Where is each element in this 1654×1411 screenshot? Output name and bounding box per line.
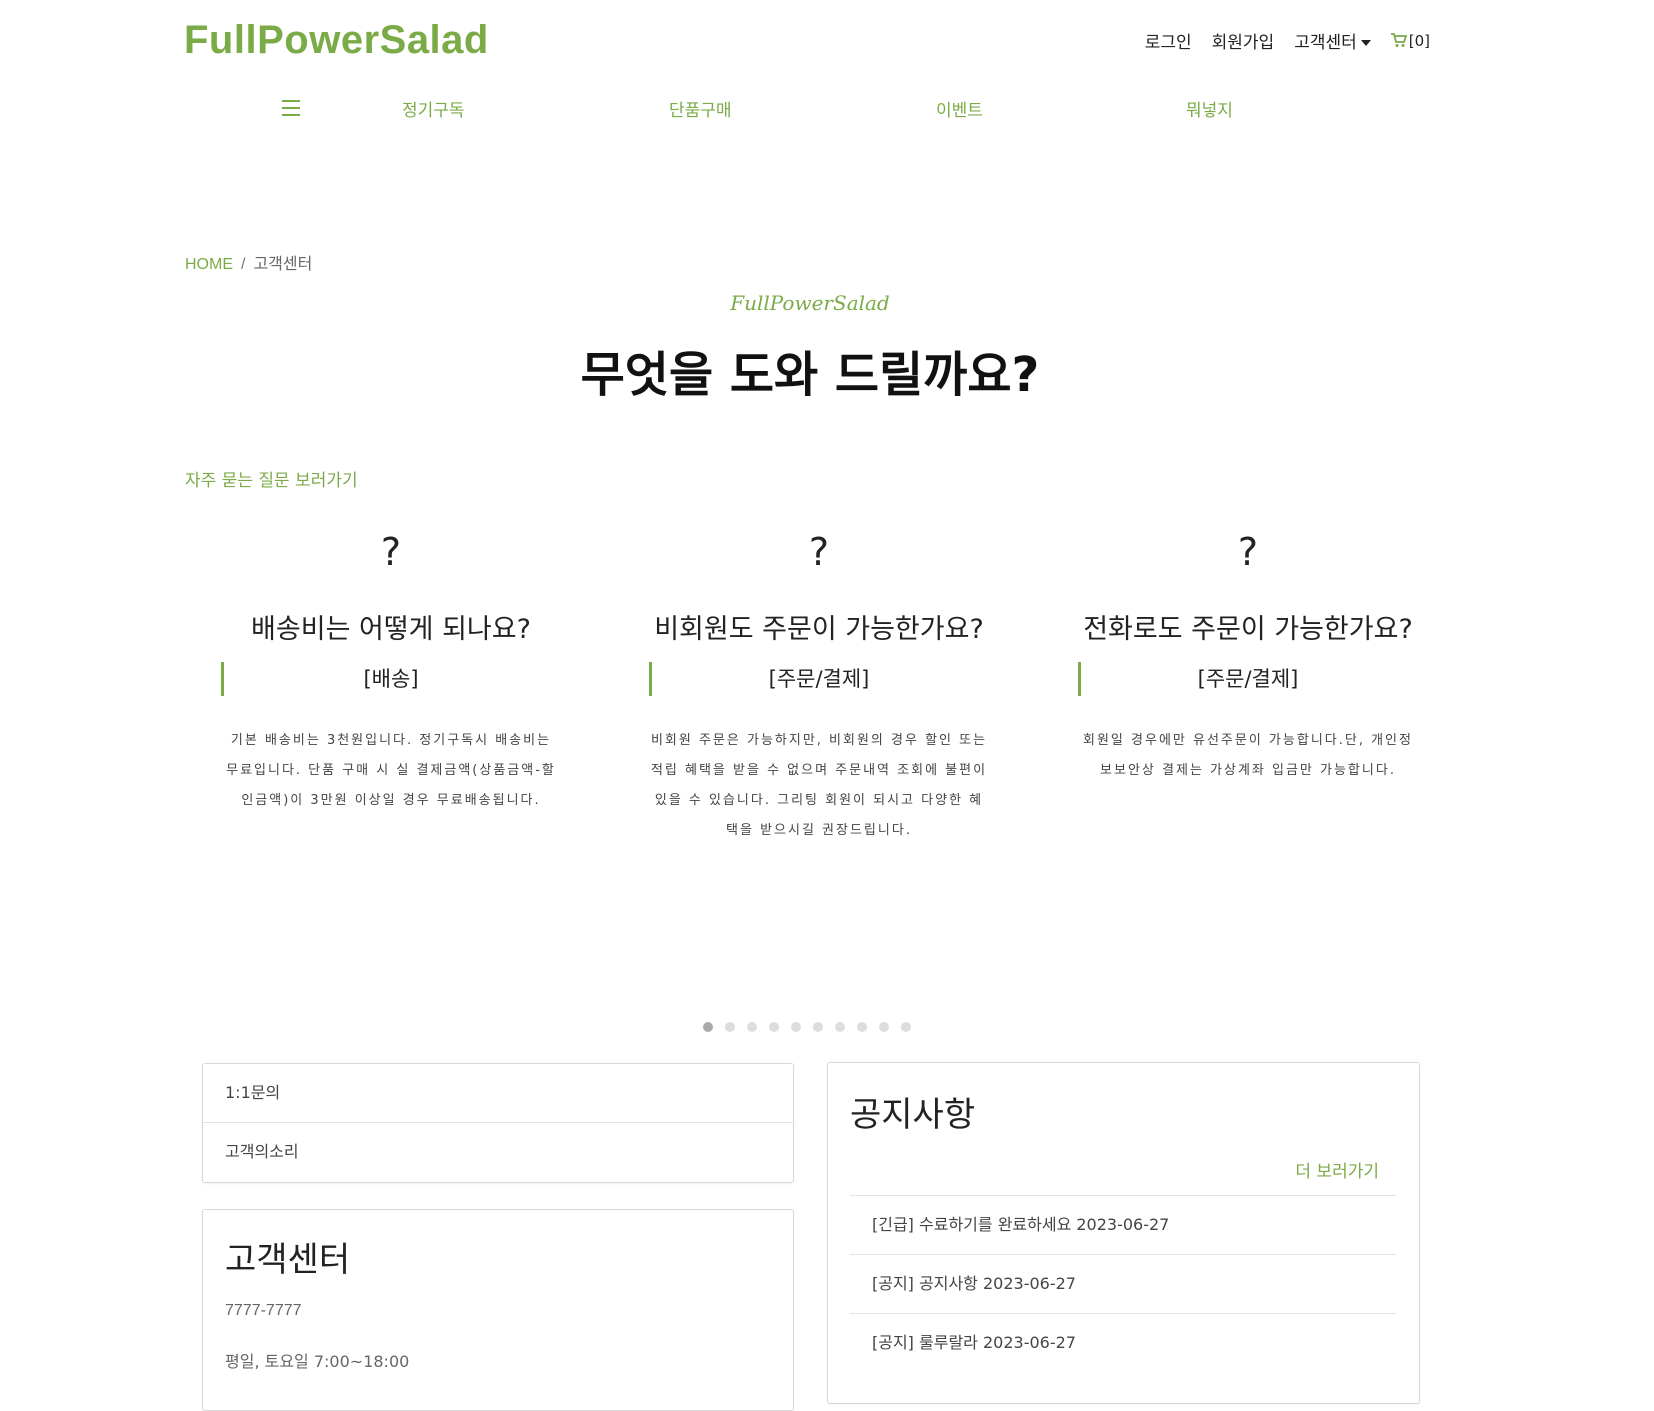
question-mark-icon: ? bbox=[808, 530, 830, 574]
notice-item[interactable]: [공지] 룰루랄라 2023-06-27 bbox=[850, 1313, 1396, 1372]
cart-link[interactable]: [0] bbox=[1390, 31, 1430, 50]
carousel-dot[interactable] bbox=[791, 1022, 801, 1032]
caret-down-icon bbox=[1360, 40, 1371, 46]
faq-category-wrap: [배송] bbox=[221, 662, 561, 698]
faq-answer: 회원일 경우에만 유선주문이 가능합니다.단, 개인정보보안상 결제는 가상계좌… bbox=[1083, 733, 1413, 778]
notice-item[interactable]: [긴급] 수료하기를 완료하세요 2023-06-27 bbox=[850, 1195, 1396, 1254]
main-nav: 정기구독 단품구매 이벤트 뭐넣지 bbox=[0, 96, 1654, 126]
carousel-dot[interactable] bbox=[725, 1022, 735, 1032]
menu-icon[interactable] bbox=[282, 100, 300, 116]
carousel-dot[interactable] bbox=[857, 1022, 867, 1032]
inquiry-link[interactable]: 1:1문의 bbox=[203, 1064, 793, 1123]
breadcrumb-home[interactable]: HOME bbox=[185, 256, 233, 273]
cart-count: [0] bbox=[1408, 31, 1430, 50]
faq-card: ? 비회원도 주문이 가능한가요? [주문/결제] 비회원 주문은 가능하지만,… bbox=[649, 530, 989, 846]
carousel-dot[interactable] bbox=[901, 1022, 911, 1032]
faq-category: [주문/결제] bbox=[768, 667, 870, 691]
login-link[interactable]: 로그인 bbox=[1145, 28, 1192, 53]
faq-question: 전화로도 주문이 가능한가요? bbox=[1083, 614, 1413, 645]
notice-more-link[interactable]: 더 보러가기 bbox=[1295, 1157, 1379, 1182]
notice-item[interactable]: [공지] 공지사항 2023-06-27 bbox=[850, 1254, 1396, 1313]
question-mark-icon: ? bbox=[380, 530, 402, 574]
customer-center-hours: 평일, 토요일 7:00~18:00 bbox=[225, 1352, 410, 1371]
faq-category: [주문/결제] bbox=[1197, 667, 1299, 691]
faq-category-wrap: [주문/결제] bbox=[1078, 662, 1418, 698]
breadcrumb: HOME / 고객센터 bbox=[185, 250, 312, 274]
nav-item-newsletter[interactable]: 뭐넣지 bbox=[1186, 96, 1233, 121]
faq-answer: 비회원 주문은 가능하지만, 비회원의 경우 할인 또는 적립 혜택을 받을 수… bbox=[650, 733, 988, 838]
support-dropdown-label: 고객센터 bbox=[1294, 33, 1357, 53]
notice-panel: 공지사항 더 보러가기 [긴급] 수료하기를 완료하세요 2023-06-27 … bbox=[827, 1062, 1420, 1404]
faq-card: ? 배송비는 어떻게 되나요? [배송] 기본 배송비는 3천원입니다. 정기구… bbox=[221, 530, 561, 816]
notice-list: [긴급] 수료하기를 완료하세요 2023-06-27 [공지] 공지사항 20… bbox=[850, 1195, 1396, 1372]
notice-title: 공지사항 bbox=[850, 1095, 976, 1135]
customer-voice-link[interactable]: 고객의소리 bbox=[203, 1123, 793, 1181]
faq-question: 배송비는 어떻게 되나요? bbox=[251, 614, 531, 645]
cart-icon bbox=[1390, 33, 1407, 47]
nav-item-single[interactable]: 단품구매 bbox=[669, 96, 732, 121]
faq-category-wrap: [주문/결제] bbox=[649, 662, 989, 698]
top-utility-nav: 로그인 회원가입 고객센터 [0] bbox=[1145, 28, 1430, 54]
hero-brand: FullPowerSalad bbox=[730, 291, 890, 315]
accent-bar bbox=[221, 662, 224, 696]
carousel-dot[interactable] bbox=[835, 1022, 845, 1032]
carousel-pagination bbox=[703, 1022, 911, 1032]
customer-center-title: 고객센터 bbox=[225, 1240, 351, 1280]
customer-center-phone: 7777-7777 bbox=[225, 1302, 302, 1319]
carousel-dot[interactable] bbox=[813, 1022, 823, 1032]
accent-bar bbox=[1078, 662, 1081, 696]
support-dropdown[interactable]: 고객센터 bbox=[1294, 28, 1371, 53]
site-logo[interactable]: FullPowerSalad bbox=[184, 18, 489, 63]
carousel-dot[interactable] bbox=[769, 1022, 779, 1032]
faq-card: ? 전화로도 주문이 가능한가요? [주문/결제] 회원일 경우에만 유선주문이… bbox=[1078, 530, 1418, 786]
faq-question: 비회원도 주문이 가능한가요? bbox=[654, 614, 984, 645]
breadcrumb-separator: / bbox=[241, 256, 246, 273]
customer-center-panel: 고객센터 7777-7777 평일, 토요일 7:00~18:00 bbox=[202, 1209, 794, 1411]
faq-answer: 기본 배송비는 3천원입니다. 정기구독시 배송비는 무료입니다. 단품 구매 … bbox=[226, 733, 556, 808]
faq-category: [배송] bbox=[363, 667, 419, 691]
page-title: 무엇을 도와 드릴까요? bbox=[580, 347, 1040, 403]
quick-links-panel: 1:1문의 고객의소리 bbox=[202, 1063, 794, 1183]
site-header: FullPowerSalad 로그인 회원가입 고객센터 [0] 정기구독 단품… bbox=[0, 0, 1654, 150]
accent-bar bbox=[649, 662, 652, 696]
signup-link[interactable]: 회원가입 bbox=[1212, 28, 1275, 53]
nav-item-event[interactable]: 이벤트 bbox=[936, 96, 983, 121]
nav-item-subscription[interactable]: 정기구독 bbox=[402, 96, 465, 121]
question-mark-icon: ? bbox=[1237, 530, 1259, 574]
carousel-dot[interactable] bbox=[703, 1022, 713, 1032]
carousel-dot[interactable] bbox=[879, 1022, 889, 1032]
carousel-dot[interactable] bbox=[747, 1022, 757, 1032]
breadcrumb-current: 고객센터 bbox=[253, 256, 313, 273]
faq-link[interactable]: 자주 묻는 질문 보러가기 bbox=[185, 466, 358, 491]
